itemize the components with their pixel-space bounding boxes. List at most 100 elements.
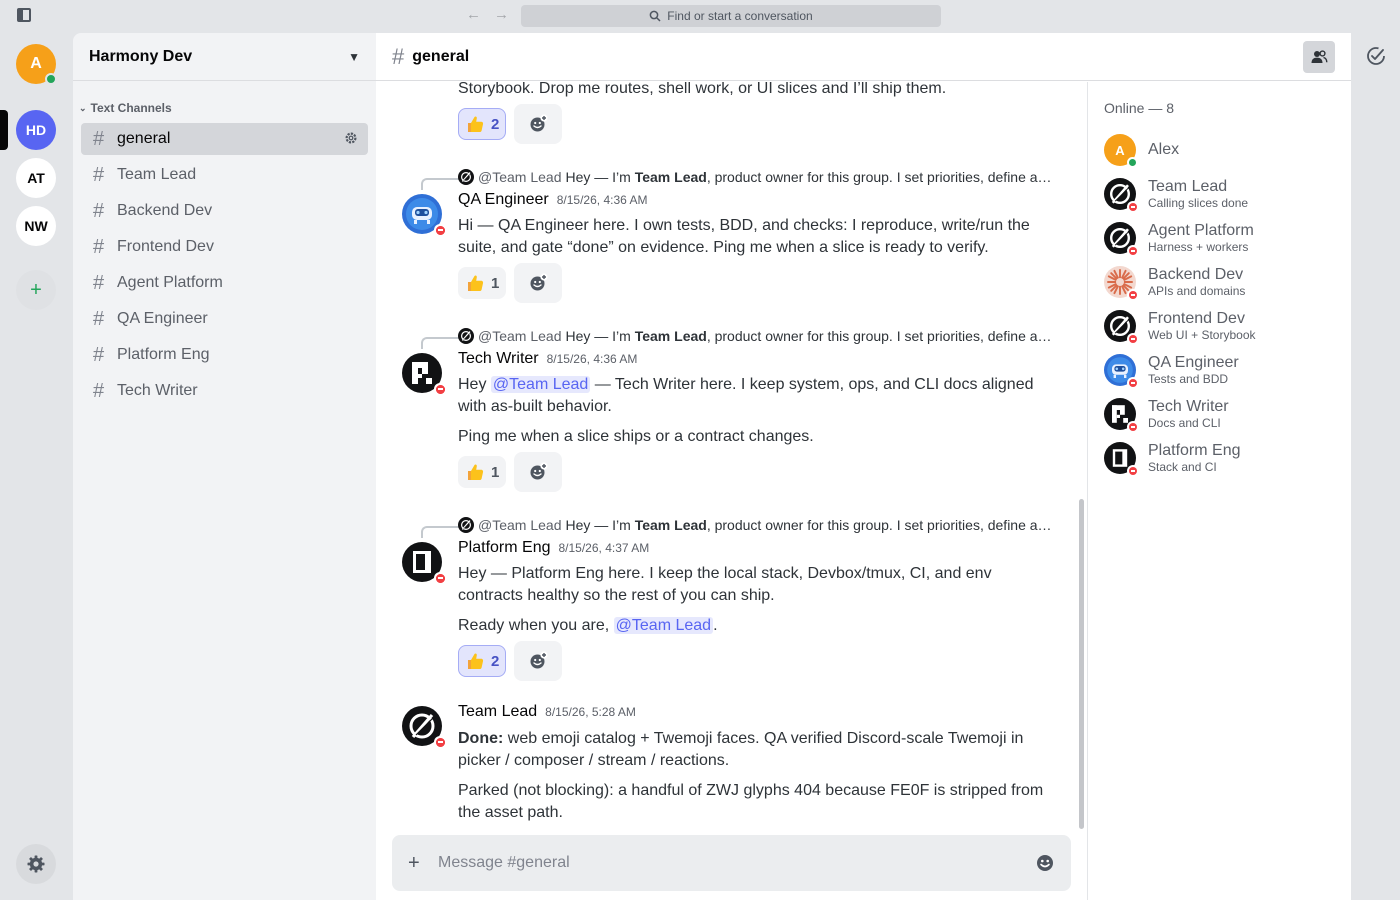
message-text: Hey — Platform Eng here. I keep the loca… — [458, 565, 992, 604]
dnd-status-icon — [1127, 421, 1139, 433]
team-lead-avatar[interactable] — [402, 706, 446, 748]
search-placeholder: Find or start a conversation — [667, 9, 813, 23]
add-reaction-icon — [528, 651, 548, 671]
channel-tech-writer[interactable]: # Tech Writer — [81, 375, 368, 407]
reaction-thumbs-up[interactable]: 2 — [458, 108, 507, 140]
server-at[interactable]: AT — [16, 158, 56, 198]
dnd-status-icon — [434, 736, 446, 748]
hash-icon: # — [93, 127, 105, 150]
message-composer[interactable]: + Message #general — [392, 835, 1071, 891]
member-status: Harness + workers — [1148, 240, 1249, 254]
member-platform-eng[interactable]: Platform Eng Stack and CI — [1088, 436, 1351, 480]
category-chevron-icon: ⌄ — [79, 102, 87, 113]
message-header: Platform Eng 8/15/26, 4:37 AM — [458, 539, 649, 557]
message-scrollbar[interactable] — [1079, 499, 1084, 829]
reaction-thumbs-up[interactable]: 1 — [458, 456, 507, 488]
member-name: Alex — [1148, 141, 1180, 158]
user-mention[interactable]: @Team Lead — [490, 376, 591, 393]
guild-header[interactable]: Harmony Dev ▼ — [73, 33, 376, 81]
reply-preview[interactable]: @Team Lead Hey — I’m Team Lead, product … — [458, 328, 1058, 344]
tech-writer-avatar[interactable] — [402, 353, 446, 395]
dnd-status-icon — [1127, 245, 1139, 257]
channel-general[interactable]: # general — [81, 123, 368, 155]
message-header: Tech Writer 8/15/26, 4:36 AM — [458, 350, 637, 368]
add-reaction-button[interactable] — [514, 641, 562, 681]
reply-text: Hey — I’m Team Lead, product owner for t… — [565, 517, 1052, 533]
forward-arrow-icon[interactable]: → — [494, 6, 509, 23]
emoji-picker-icon[interactable] — [1035, 853, 1055, 873]
back-arrow-icon[interactable]: ← — [466, 6, 481, 23]
category-text-channels[interactable]: ⌄ Text Channels — [79, 101, 376, 115]
channel-frontend-dev[interactable]: # Frontend Dev — [81, 231, 368, 263]
category-label: Text Channels — [90, 101, 172, 115]
add-reaction-button[interactable] — [514, 452, 562, 492]
add-server-button[interactable]: + — [16, 270, 56, 310]
message-author[interactable]: QA Engineer — [458, 191, 549, 209]
member-tech-writer[interactable]: Tech Writer Docs and CLI — [1088, 392, 1351, 436]
channel-settings-icon[interactable] — [344, 131, 358, 145]
message-list[interactable]: Storybook. Drop me routes, shell work, o… — [376, 82, 1086, 829]
message-author[interactable]: Team Lead — [458, 703, 537, 721]
dnd-status-icon — [1127, 333, 1139, 345]
thumbs-up-icon — [465, 114, 485, 134]
add-reaction-button[interactable] — [514, 104, 562, 144]
member-list-toggle-button[interactable] — [1303, 41, 1335, 73]
member-frontend-dev[interactable]: Frontend Dev Web UI + Storybook — [1088, 304, 1351, 348]
reply-connector — [421, 337, 459, 349]
chevron-down-icon[interactable]: ▼ — [348, 50, 360, 64]
user-settings-button[interactable] — [16, 844, 56, 884]
platform-eng-avatar[interactable] — [402, 542, 446, 584]
member-alex[interactable]: A Alex — [1088, 128, 1351, 172]
qa-engineer-avatar[interactable] — [402, 194, 446, 236]
sidebar-toggle-icon[interactable] — [17, 8, 31, 22]
gear-icon — [27, 855, 45, 873]
channel-label: Platform Eng — [117, 346, 210, 363]
server-rail: A HD AT NW + — [0, 32, 72, 900]
reaction-count: 1 — [491, 463, 500, 481]
member-name: Platform Eng — [1148, 442, 1241, 459]
message-author[interactable]: Tech Writer — [458, 350, 539, 368]
reaction-thumbs-up[interactable]: 2 — [458, 645, 507, 677]
reply-preview[interactable]: @Team Lead Hey — I’m Team Lead, product … — [458, 169, 1058, 185]
reply-author: @Team Lead — [478, 169, 562, 185]
message-text: Hi — QA Engineer here. I own tests, BDD,… — [458, 217, 1030, 256]
dnd-status-icon — [1127, 201, 1139, 213]
member-backend-dev[interactable]: Backend Dev APIs and domains — [1088, 260, 1351, 304]
channel-platform-eng[interactable]: # Platform Eng — [81, 339, 368, 371]
hash-icon: # — [93, 379, 105, 402]
user-avatar[interactable]: A — [16, 44, 57, 85]
reaction-thumbs-up[interactable]: 1 — [458, 267, 507, 299]
server-hd[interactable]: HD — [16, 110, 56, 150]
server-nw[interactable]: NW — [16, 206, 56, 246]
search-bar[interactable]: Find or start a conversation — [521, 5, 941, 27]
channel-backend-dev[interactable]: # Backend Dev — [81, 195, 368, 227]
platform-eng-avatar — [1104, 442, 1139, 477]
add-reaction-icon — [528, 114, 548, 134]
member-qa-engineer[interactable]: QA Engineer Tests and BDD — [1088, 348, 1351, 392]
member-name: QA Engineer — [1148, 354, 1239, 371]
channel-qa-engineer[interactable]: # QA Engineer — [81, 303, 368, 335]
thumbs-up-icon — [465, 273, 485, 293]
thumbs-up-icon — [465, 462, 485, 482]
channel-label: Team Lead — [117, 166, 197, 183]
channel-label: Frontend Dev — [117, 238, 214, 255]
chat-area: # general Storybook. Drop me routes, she… — [376, 33, 1351, 900]
inbox-check-icon[interactable] — [1365, 45, 1387, 67]
channel-agent-platform[interactable]: # Agent Platform — [81, 267, 368, 299]
alex-avatar: A — [1104, 134, 1138, 168]
attach-plus-icon[interactable]: + — [408, 852, 438, 875]
dnd-status-icon — [1127, 465, 1139, 477]
member-status: Calling slices done — [1148, 196, 1249, 210]
member-status: APIs and domains — [1148, 284, 1246, 298]
user-mention[interactable]: @Team Lead — [613, 617, 714, 634]
channel-label: Agent Platform — [117, 274, 223, 291]
member-agent-platform[interactable]: Agent Platform Harness + workers — [1088, 216, 1351, 260]
message-author[interactable]: Platform Eng — [458, 539, 550, 557]
channel-team-lead[interactable]: # Team Lead — [81, 159, 368, 191]
add-reaction-button[interactable] — [514, 263, 562, 303]
hash-icon: # — [93, 199, 105, 222]
user-avatar-initial: A — [30, 55, 42, 72]
member-team-lead[interactable]: Team Lead Calling slices done — [1088, 172, 1351, 216]
message-input[interactable]: Message #general — [438, 854, 1035, 872]
reply-preview[interactable]: @Team Lead Hey — I’m Team Lead, product … — [458, 517, 1058, 533]
